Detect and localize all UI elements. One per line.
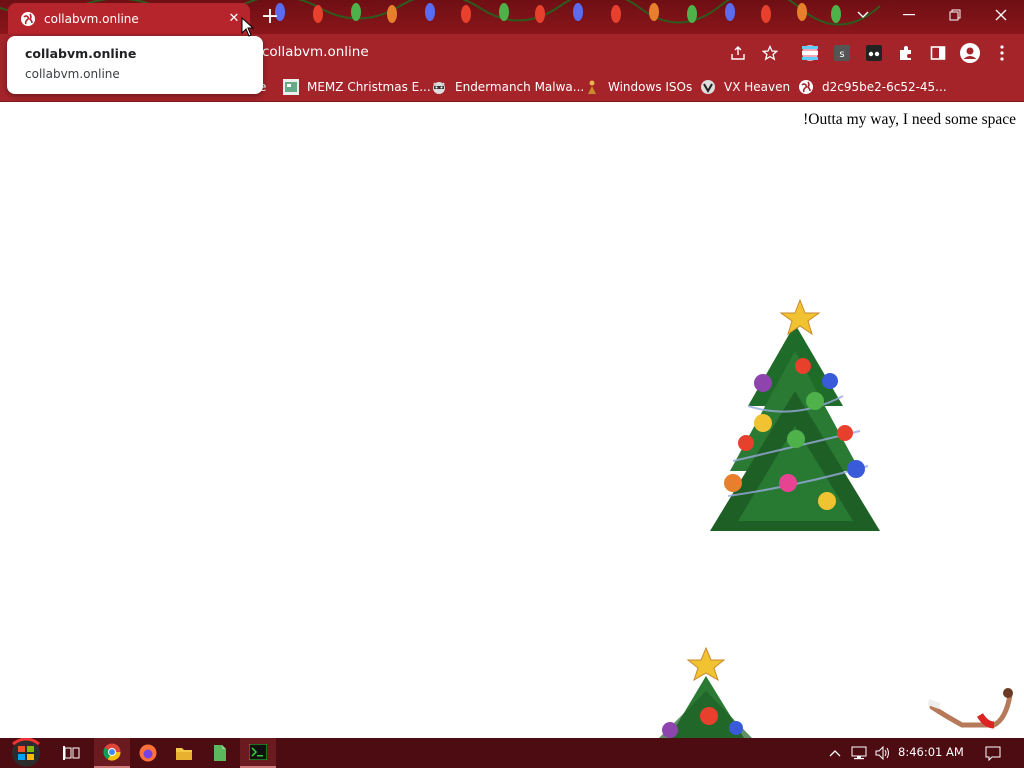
tab-hover-card: collabvm.online collabvm.online (7, 36, 263, 94)
hover-card-url: collabvm.online (25, 67, 120, 81)
taskbar-firefox[interactable] (130, 738, 166, 768)
close-tab-icon[interactable]: ✕ (226, 11, 242, 27)
dancing-figure-image (927, 688, 1013, 729)
share-icon[interactable] (728, 43, 748, 63)
bookmark-memz[interactable]: MEMZ Christmas E... (283, 75, 431, 99)
document-icon (214, 745, 226, 761)
taskbar-chrome[interactable] (94, 738, 130, 768)
side-panel-icon[interactable] (928, 43, 948, 63)
taskbar-terminal[interactable] (240, 738, 276, 768)
bookmark-label: VX Heaven (724, 80, 791, 94)
page-content: !Outta my way, I need some space (0, 103, 1024, 738)
restore-icon (949, 9, 961, 21)
network-button[interactable] (848, 738, 870, 768)
windows-logo-icon (12, 738, 40, 767)
bookmark-label: d2c95be2-6c52-45... (822, 80, 947, 94)
taskbar-clock[interactable]: 8:46:01 AM (898, 745, 964, 759)
hover-card-title: collabvm.online (25, 46, 137, 61)
vx-icon (701, 80, 715, 94)
restore-button[interactable] (932, 0, 978, 30)
chrome-icon (103, 743, 121, 761)
taskbar-app[interactable] (202, 738, 238, 768)
show-hidden-icons-button[interactable] (826, 738, 844, 768)
bookmark-star-icon[interactable] (760, 43, 780, 63)
start-button[interactable] (4, 738, 48, 768)
chevron-up-icon (829, 750, 841, 757)
tab-title: collabvm.online (44, 11, 139, 26)
christmas-tree-image (659, 646, 752, 738)
terminal-icon (249, 744, 267, 760)
close-window-button[interactable] (978, 0, 1024, 30)
task-view-button[interactable] (54, 738, 90, 768)
svg-text:s: s (839, 49, 844, 60)
minimize-button[interactable] (886, 0, 932, 30)
tab-search-button[interactable] (846, 0, 880, 30)
extensions-puzzle-icon[interactable] (896, 43, 916, 63)
s-extension-icon[interactable]: s (832, 43, 852, 63)
bookmark-endermanch[interactable]: Endermanch Malwa... (431, 75, 584, 99)
folder-icon (176, 748, 192, 760)
taskbar: 8:46:01 AM (0, 738, 1024, 768)
volume-button[interactable] (872, 738, 894, 768)
page-message: !Outta my way, I need some space (803, 111, 1016, 128)
active-tab[interactable]: collabvm.online ✕ (8, 3, 250, 34)
tab-strip: collabvm.online ✕ + (0, 0, 1024, 34)
globe-icon (21, 11, 35, 26)
bookmark-vx-heaven[interactable]: VX Heaven (700, 75, 790, 99)
memz-icon (283, 79, 299, 95)
close-icon (995, 9, 1007, 21)
speaker-icon (875, 746, 889, 760)
profile-avatar-icon[interactable] (960, 43, 980, 63)
bookmark-label: Windows ISOs (608, 80, 693, 94)
taskbar-file-explorer[interactable] (166, 738, 202, 768)
network-icon (851, 746, 867, 760)
flag-extension-icon[interactable] (800, 43, 820, 63)
bookmark-windows-isos[interactable]: Windows ISOs (584, 75, 692, 99)
face-extension-icon[interactable] (864, 43, 884, 63)
figure-icon (588, 80, 596, 94)
notification-icon (985, 746, 1001, 761)
address-bar[interactable]: collabvm.online (262, 44, 369, 60)
globe-icon (799, 80, 813, 94)
bookmark-uuid[interactable]: d2c95be2-6c52-45... (798, 75, 947, 99)
bookmark-label: MEMZ Christmas E... (307, 80, 431, 94)
task-view-icon (63, 746, 80, 760)
christmas-tree-image (710, 298, 880, 531)
raccoon-icon (433, 82, 445, 94)
firefox-icon (139, 744, 157, 762)
new-tab-button[interactable]: + (260, 6, 280, 28)
action-center-button[interactable] (978, 738, 1008, 768)
chevron-down-icon (857, 11, 869, 18)
minimize-icon (903, 14, 915, 16)
more-menu-icon[interactable] (992, 43, 1012, 63)
mouse-cursor-icon (241, 17, 255, 37)
bookmark-label: Endermanch Malwa... (455, 80, 585, 94)
